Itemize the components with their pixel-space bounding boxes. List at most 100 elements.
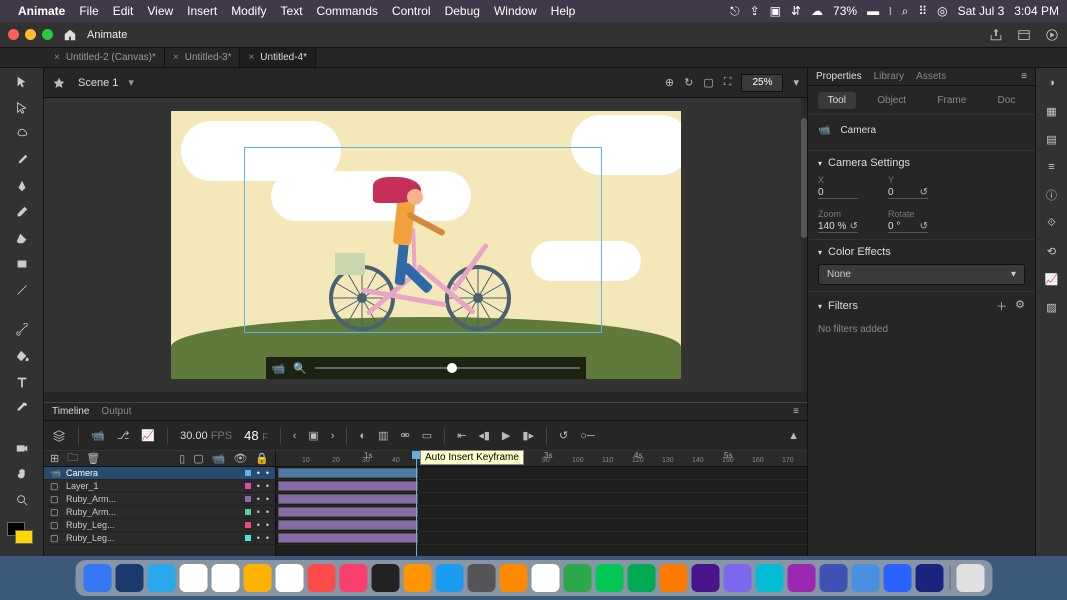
dock-app[interactable] <box>691 564 719 592</box>
layer-row[interactable]: ▢Ruby_Leg...•• <box>44 532 275 545</box>
dock-app[interactable] <box>915 564 943 592</box>
camera-icon[interactable]: 📹 <box>272 362 286 375</box>
cc-icon[interactable]: ◑ <box>1043 74 1061 92</box>
clip-content-icon[interactable]: ▢ <box>703 76 713 89</box>
filters-title[interactable]: Filters <box>828 300 858 312</box>
canvas[interactable]: 📹 🔍 <box>44 98 807 392</box>
next-keyframe-icon[interactable]: › <box>331 430 335 442</box>
bone-tool[interactable] <box>12 320 32 340</box>
x-value[interactable]: 0 <box>818 187 824 198</box>
dock-app[interactable] <box>883 564 911 592</box>
dock-app[interactable] <box>499 564 527 592</box>
dock-app[interactable] <box>563 564 591 592</box>
play-icon[interactable] <box>1045 28 1059 42</box>
vertical-scrollbar[interactable] <box>801 98 807 392</box>
mode-doc[interactable]: Doc <box>988 92 1026 109</box>
mode-object[interactable]: Object <box>867 92 916 109</box>
close-tab-icon[interactable]: × <box>248 52 254 63</box>
reset-icon[interactable]: ↺ <box>920 221 928 232</box>
highlight-icon[interactable]: ▯ <box>179 452 185 465</box>
track-row[interactable] <box>276 480 807 493</box>
insert-keyframe-icon[interactable]: ▣ <box>308 429 318 442</box>
menu-app[interactable]: Animate <box>18 4 65 18</box>
dock-app[interactable] <box>243 564 271 592</box>
dock-app[interactable] <box>307 564 335 592</box>
marker-icon[interactable]: ⚮ <box>401 429 410 442</box>
close-tab-icon[interactable]: × <box>54 52 60 63</box>
workspace-icon[interactable] <box>1017 28 1031 42</box>
onion-skin-icon[interactable]: ◐ <box>359 430 366 442</box>
first-frame-icon[interactable]: ⇤ <box>457 429 466 442</box>
align-icon[interactable]: ≡ <box>1043 158 1061 176</box>
minimize-window-button[interactable] <box>25 29 36 40</box>
tab-properties[interactable]: Properties <box>816 71 862 82</box>
pencil-tool[interactable] <box>12 202 32 222</box>
transform-icon[interactable]: ⟐ <box>1043 214 1061 232</box>
lasso-tool[interactable] <box>12 124 32 144</box>
camera-icon[interactable]: 📹 <box>212 452 226 465</box>
delete-layer-icon[interactable]: 🗑 <box>86 452 100 465</box>
dock-app[interactable] <box>755 564 783 592</box>
menu-insert[interactable]: Insert <box>187 4 217 18</box>
rectangle-tool[interactable] <box>12 254 32 274</box>
prev-keyframe-icon[interactable]: ‹ <box>293 430 297 442</box>
dock-app[interactable] <box>147 564 175 592</box>
selection-tool[interactable] <box>12 72 32 92</box>
next-frame-icon[interactable]: ▮▸ <box>522 429 534 442</box>
layer-depth-icon[interactable]: 📈 <box>141 429 155 442</box>
hand-tool[interactable] <box>12 464 32 484</box>
pen-tool[interactable] <box>12 176 32 196</box>
dock-app[interactable] <box>723 564 751 592</box>
dock-app[interactable] <box>83 564 111 592</box>
span-icon[interactable]: ▭ <box>422 429 432 442</box>
dock-app[interactable] <box>595 564 623 592</box>
close-window-button[interactable] <box>8 29 19 40</box>
fit-icon[interactable]: ⛶ <box>724 76 732 89</box>
dock-app[interactable] <box>115 564 143 592</box>
dock-app[interactable] <box>819 564 847 592</box>
search-icon[interactable]: ⌕ <box>902 4 909 19</box>
text-tool[interactable] <box>12 372 32 392</box>
zoom-window-button[interactable] <box>42 29 53 40</box>
y-value[interactable]: 0 <box>888 187 894 198</box>
menu-help[interactable]: Help <box>551 4 576 18</box>
track-row[interactable] <box>276 519 807 532</box>
menu-control[interactable]: Control <box>392 4 431 18</box>
playhead[interactable] <box>416 451 417 556</box>
track-row[interactable] <box>276 493 807 506</box>
dock-app[interactable] <box>179 564 207 592</box>
outline-icon[interactable]: ▢ <box>193 452 203 465</box>
play-icon[interactable]: ▶ <box>502 429 510 442</box>
dock-app[interactable] <box>403 564 431 592</box>
swatches-icon[interactable]: ▤ <box>1043 130 1061 148</box>
info-icon[interactable]: ⓘ <box>1043 186 1061 204</box>
tab-assets[interactable]: Assets <box>916 71 946 82</box>
layers-icon[interactable] <box>52 429 66 443</box>
dock-app[interactable] <box>371 564 399 592</box>
camera-zoom-icon[interactable]: 🔍 <box>293 362 307 375</box>
eraser-tool[interactable] <box>12 228 32 248</box>
edit-multiple-frames-icon[interactable]: ▥ <box>378 429 388 442</box>
dock-app[interactable] <box>211 564 239 592</box>
camera-settings-title[interactable]: Camera Settings <box>828 157 910 169</box>
prev-frame-icon[interactable]: ◂▮ <box>478 429 490 442</box>
mode-tool[interactable]: Tool <box>818 92 856 109</box>
panel-menu-icon[interactable]: ≡ <box>1021 71 1027 82</box>
zoom-timeline-icon[interactable]: ▲ <box>788 430 799 442</box>
color-icon[interactable]: ▦ <box>1043 102 1061 120</box>
scene-name[interactable]: Scene 1 <box>78 77 118 89</box>
history-icon[interactable]: ⟲ <box>1043 242 1061 260</box>
camera-slider[interactable] <box>315 367 580 369</box>
menu-file[interactable]: File <box>79 4 98 18</box>
dock-app[interactable] <box>627 564 655 592</box>
color-swatches[interactable] <box>7 522 37 552</box>
new-layer-icon[interactable]: ⊞ <box>50 452 59 465</box>
center-stage-icon[interactable]: ⊕ <box>665 76 674 89</box>
track-row[interactable] <box>276 506 807 519</box>
paint-bucket-tool[interactable] <box>12 346 32 366</box>
dock-app[interactable] <box>339 564 367 592</box>
horizontal-scrollbar[interactable] <box>44 392 807 402</box>
tracks-area[interactable]: 1s2s3s4s5s6s1020304050607080901001101201… <box>276 451 807 556</box>
dock-trash[interactable] <box>956 564 984 592</box>
new-folder-icon[interactable]: 🗀 <box>67 449 78 468</box>
